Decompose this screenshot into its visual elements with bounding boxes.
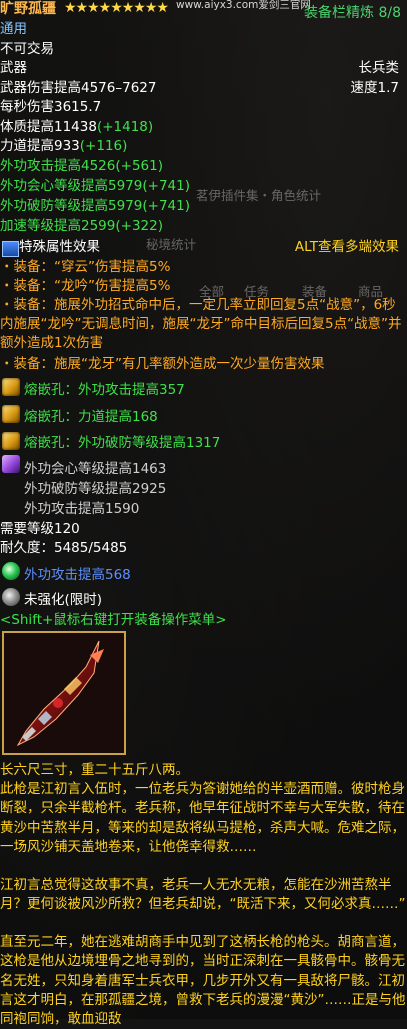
trade-status: 不可交易: [0, 41, 54, 57]
lore-paragraph: 此枪是江初言入伍时，一位老兵为答谢她给的半壶酒而赠。彼时枪身断裂，只余半截枪杆。…: [0, 781, 405, 855]
enchant-stat: 外功攻击提高1590: [24, 501, 140, 517]
weapon-image: [2, 631, 126, 755]
weapon-damage: 武器伤害提高4576–7627: [0, 80, 157, 96]
effect-line: ・装备：“龙吟”伤害提高5%: [0, 278, 171, 294]
item-type: 武器: [0, 60, 27, 76]
weapon-kind: 长兵类: [358, 60, 400, 76]
attr-penetration: 外功破防等级提高5979(+741): [0, 198, 190, 214]
attr-attack: 外功攻击提高4526(+561): [0, 158, 163, 174]
gold-gem-icon: [2, 405, 20, 423]
lore-paragraph: 直至元二年，她在逃难胡商手中见到了这柄长枪的枪头。胡商言道，这枪是他从边境埋骨之…: [0, 934, 406, 1028]
attr-vitality: 体质提高11438(+1418): [0, 119, 154, 135]
spear-head-icon: [4, 633, 124, 753]
watermark: www.aiyx3.com爱剑三官网: [176, 0, 311, 11]
effect-line: ・装备：施展外功招式命中后，一定几率立即回复5点“战意”，6秒内施展“龙吟”无调…: [0, 297, 402, 351]
item-category: 通用: [0, 21, 27, 37]
item-name: 旷野孤疆: [0, 1, 56, 17]
gold-gem-icon: [2, 378, 20, 396]
refine-slot-info: 装备栏精炼 8/8: [304, 5, 401, 21]
green-orb-icon: [2, 562, 20, 580]
gem-slot-2: 熔嵌孔：力道提高168: [24, 409, 158, 425]
attr-haste: 加速等级提高2599(+322): [0, 218, 163, 234]
faded-plugin-title: 茗伊插件集・角色统计: [196, 188, 322, 203]
effect-line: ・装备：施展“龙牙”有几率额外造成一次少量伤害效果: [0, 356, 325, 372]
dps: 每秒伤害3615.7: [0, 99, 102, 115]
required-level: 需要等级120: [0, 521, 80, 537]
quality-stars: ★★★★★★★★★: [64, 0, 169, 16]
faded-tab: 秘境统计: [146, 237, 197, 252]
gem-slot-1: 熔嵌孔：外功攻击提高357: [24, 382, 185, 398]
shortcut-hint: <Shift+鼠标右键打开装备操作菜单>: [0, 612, 227, 628]
durability: 耐久度：5485/5485: [0, 540, 128, 556]
attr-crit: 外功会心等级提高5979(+741): [0, 178, 190, 194]
special-effect-icon: [2, 241, 19, 257]
lore-paragraph: 长六尺三寸，重二十五斤八两。: [0, 762, 189, 778]
enchant-stat: 外功破防等级提高2925: [24, 481, 167, 497]
gem-slot-3: 熔嵌孔：外功破防等级提高1317: [24, 435, 221, 451]
enchant-stat: 外功会心等级提高1463: [24, 461, 167, 477]
enhance-status: 未强化(限时): [24, 592, 103, 608]
attr-strength: 力道提高933(+116): [0, 138, 128, 154]
gold-gem-icon: [2, 432, 20, 450]
alt-hint[interactable]: ALT查看多端效果: [295, 238, 399, 256]
special-effect-title: 特殊属性效果: [19, 239, 100, 255]
attack-speed: 速度1.7: [350, 80, 399, 96]
gray-orb-icon: [2, 588, 20, 606]
purple-enchant-icon: [2, 455, 20, 473]
lore-paragraph: 江初言总觉得这故事不真，老兵一人无水无粮，怎能在沙洲苦熬半月？更何谈被风沙所救？…: [0, 877, 406, 913]
item-tooltip: 旷野孤疆 ★★★★★★★★★ www.aiyx3.com爱剑三官网 装备栏精炼 …: [0, 0, 407, 1027]
enhance-stat: 外功攻击提高568: [24, 567, 131, 583]
effect-line: ・装备：“穿云”伤害提高5%: [0, 259, 171, 275]
